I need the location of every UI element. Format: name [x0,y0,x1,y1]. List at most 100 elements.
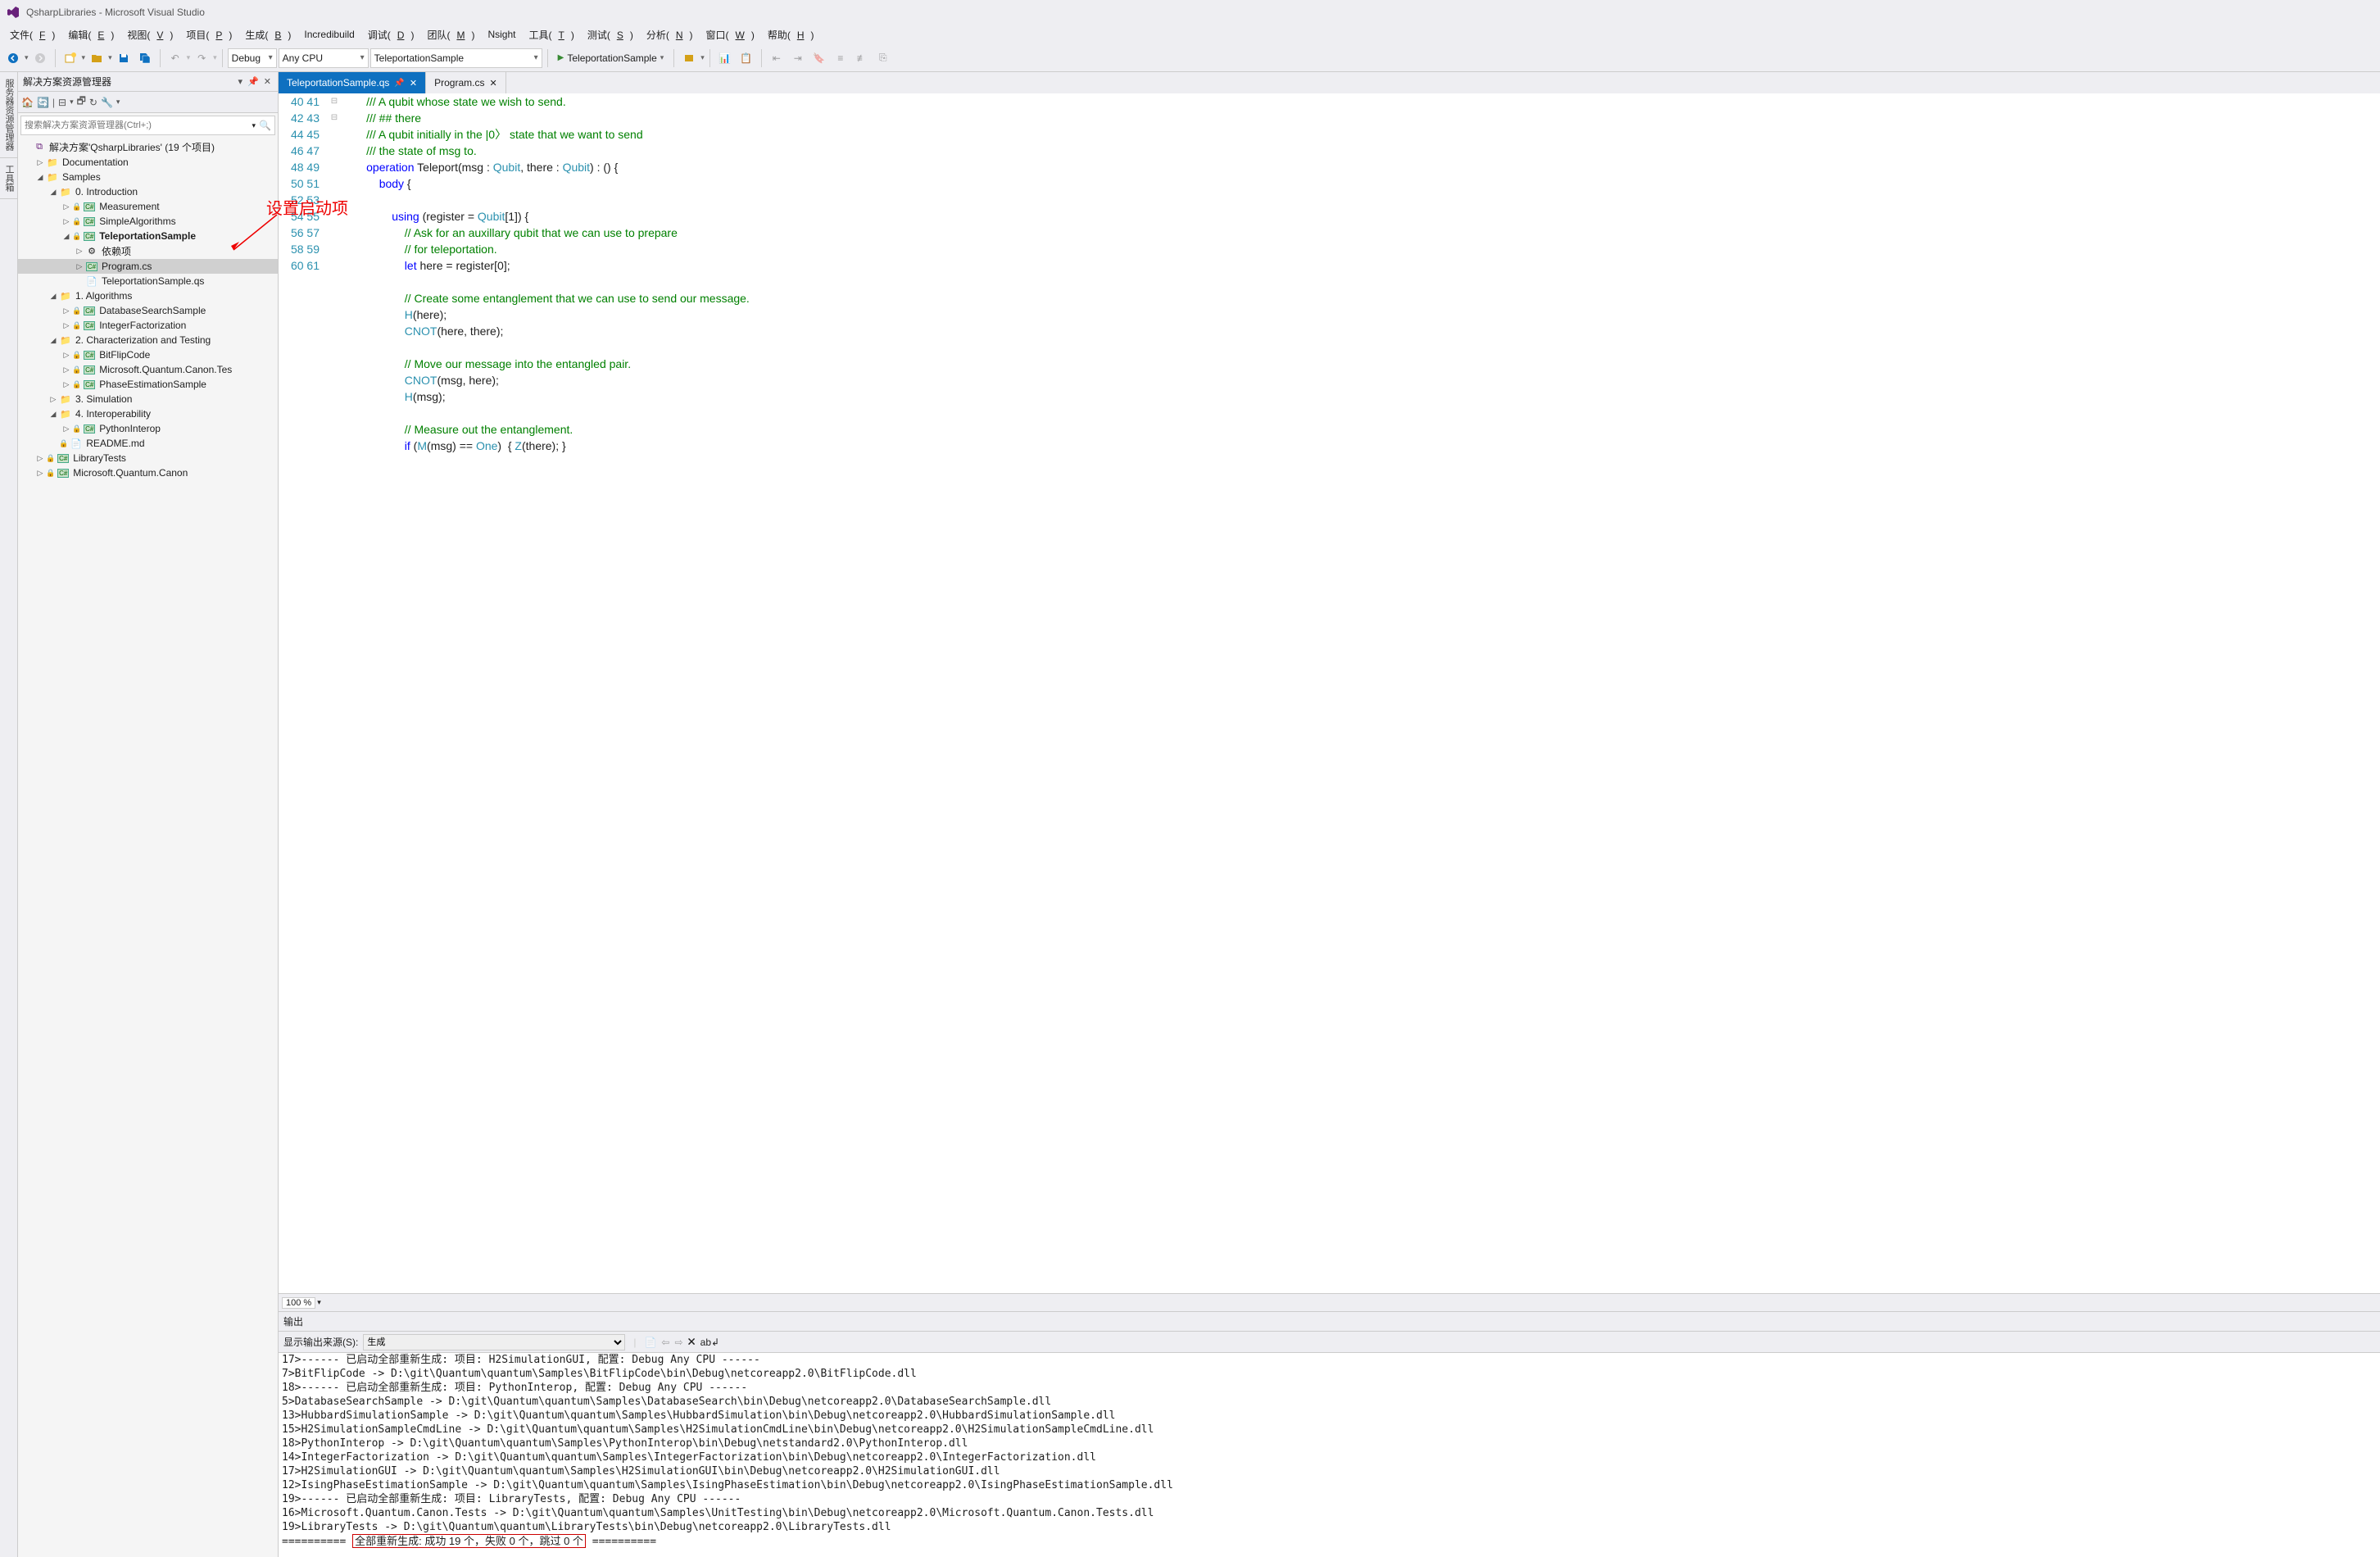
menu-bar: 文件(F)编辑(E)视图(V)项目(P)生成(B)Incredibuild调试(… [0,25,2380,44]
uncomment-button: ≢ [852,48,872,68]
output-btn-3: ⇨ [674,1337,682,1348]
search-dropdown-icon[interactable]: ▾ [252,121,256,130]
tree-item[interactable]: ▷🔒C#PhaseEstimationSample [18,377,278,392]
tree-item[interactable]: ▷⚙依赖项 [18,243,278,259]
bookmark-button: 🔖 [809,48,829,68]
output-text[interactable]: 17>------ 已启动全部重新生成: 项目: H2SimulationGUI… [279,1353,2380,1557]
tree-item[interactable]: ▷🔒C#Measurement [18,199,278,214]
menu-item[interactable]: 文件(F) [3,26,61,43]
zoom-dropdown[interactable]: 100 % [282,1297,315,1309]
menu-item[interactable]: Nsight [481,27,522,42]
open-file-button[interactable] [87,48,107,68]
tree-item[interactable]: ▷🔒C#PythonInterop [18,421,278,436]
properties-icon[interactable]: 🔧 [101,97,113,108]
output-panel: 输出 显示输出来源(S): 生成 | 📄 ⇦ ⇨ 🗙 ab↲ 17>------… [279,1311,2380,1557]
output-title: 输出 [283,1314,303,1328]
solution-search-input[interactable] [25,120,252,130]
menu-item[interactable]: 分析(N) [640,26,700,43]
menu-item[interactable]: 调试(D) [361,26,421,43]
menu-item[interactable]: 编辑(E) [61,26,120,43]
menu-item[interactable]: Incredibuild [297,27,360,42]
indent-left-button: ⇤ [767,48,787,68]
menu-item[interactable]: 生成(B) [238,26,297,43]
tree-item[interactable]: ▷🔒C#LibraryTests [18,451,278,465]
code-editor[interactable]: 40 41 42 43 44 45 46 47 48 49 50 51 52 5… [279,93,2380,1293]
tree-item[interactable]: ▷C#Program.cs [18,259,278,274]
menu-item[interactable]: 测试(S) [581,26,640,43]
editor-tab[interactable]: TeleportationSample.qs📌✕ [279,72,426,93]
output-btn-2: ⇦ [661,1337,669,1348]
tree-item[interactable]: ▷🔒C#BitFlipCode [18,347,278,362]
tool-button-1[interactable] [679,48,699,68]
new-project-button[interactable] [61,48,80,68]
tree-item[interactable]: ◢🔒C#TeleportationSample [18,229,278,243]
output-source-dropdown[interactable]: 生成 [363,1334,625,1350]
tree-item[interactable]: ◢📁2. Characterization and Testing [18,333,278,347]
output-source-label: 显示输出来源(S): [283,1335,358,1349]
solution-tree[interactable]: ⧉解决方案'QsharpLibraries' (19 个项目)▷📁Documen… [18,138,278,1557]
solution-toolbar: 🏠 🔄 | ⊟ ▾ 🗗 ↻ 🔧 ▾ [18,92,278,113]
menu-item[interactable]: 工具(T) [522,26,580,43]
side-tab[interactable]: 服务器资源管理器 [0,72,17,158]
panel-dropdown-icon[interactable]: ▾ [237,76,245,87]
main-toolbar: ▾ ▾ ▾ ↶ ▾ ↷ ▾ Debug Any CPU Teleportatio… [0,44,2380,72]
tree-item[interactable]: 📄TeleportationSample.qs [18,274,278,288]
search-icon[interactable]: 🔍 [259,120,271,131]
fold-gutter[interactable]: ⊟ ⊟ [328,93,341,1293]
tree-item[interactable]: ◢📁0. Introduction [18,184,278,199]
home-icon[interactable]: 🏠 [21,97,34,108]
editor-tabs: TeleportationSample.qs📌✕Program.cs✕ [279,72,2380,93]
editor-tab[interactable]: Program.cs✕ [426,72,506,93]
tree-item[interactable]: ▷🔒C#SimpleAlgorithms [18,214,278,229]
show-all-icon[interactable]: 🗗 [77,93,86,111]
editor-area: 设置启动项 TeleportationSample.qs📌✕Program.cs… [279,72,2380,1557]
tree-item[interactable]: ⧉解决方案'QsharpLibraries' (19 个项目) [18,139,278,155]
menu-item[interactable]: 窗口(W) [700,26,761,43]
menu-item[interactable]: 团队(M) [420,26,481,43]
line-gutter: 40 41 42 43 44 45 46 47 48 49 50 51 52 5… [279,93,328,1293]
side-tab-strip: 服务器资源管理器工具箱 [0,72,18,1557]
tree-item[interactable]: ◢📁4. Interoperability [18,406,278,421]
solution-explorer-panel: 解决方案资源管理器 ▾ 📌 ✕ 🏠 🔄 | ⊟ ▾ 🗗 ↻ 🔧 ▾ ▾ 🔍 ⧉解… [18,72,279,1557]
undo-button: ↶ [165,48,185,68]
format-button: ⎘ [873,48,893,68]
panel-pin-icon[interactable]: 📌 [246,76,261,87]
tree-item[interactable]: ▷📁3. Simulation [18,392,278,406]
output-clear-button[interactable]: 🗙 [688,1333,696,1350]
tree-item[interactable]: ▷🔒C#IntegerFactorization [18,318,278,333]
menu-item[interactable]: 视图(V) [120,26,179,43]
start-debug-button[interactable]: ▶ TeleportationSample ▾ [553,48,669,68]
startup-dropdown[interactable]: TeleportationSample [370,48,542,68]
tree-item[interactable]: ◢📁1. Algorithms [18,288,278,303]
vs-logo-icon [7,6,20,19]
tree-item[interactable]: ◢📁Samples [18,170,278,184]
comment-button: ≡ [831,48,850,68]
tool-button-2[interactable]: 📊 [715,48,735,68]
menu-item[interactable]: 项目(P) [179,26,238,43]
tree-item[interactable]: ▷📁Documentation [18,155,278,170]
menu-item[interactable]: 帮助(H) [761,26,821,43]
tree-item[interactable]: ▷🔒C#DatabaseSearchSample [18,303,278,318]
solution-explorer-title: 解决方案资源管理器 [23,75,111,89]
tree-item[interactable]: ▷🔒C#Microsoft.Quantum.Canon [18,465,278,480]
save-all-button[interactable] [135,48,155,68]
nav-back-button[interactable] [3,48,23,68]
tree-item[interactable]: ▷🔒C#Microsoft.Quantum.Canon.Tes [18,362,278,377]
redo-button: ↷ [192,48,211,68]
side-tab[interactable]: 工具箱 [0,158,17,199]
output-wrap-button[interactable]: ab↲ [700,1337,719,1348]
save-button[interactable] [114,48,134,68]
panel-close-icon[interactable]: ✕ [262,76,273,87]
output-btn-1: 📄 [644,1337,656,1348]
code-content[interactable]: /// A qubit whose state we wish to send.… [341,93,2380,1293]
tree-item[interactable]: 🔒📄README.md [18,436,278,451]
zoom-bar: 100 % ▾ [279,1293,2380,1311]
collapse-icon[interactable]: ⊟ [58,97,66,108]
title-bar: QsharpLibraries - Microsoft Visual Studi… [0,0,2380,25]
config-dropdown[interactable]: Debug [228,48,277,68]
solution-search-box[interactable]: ▾ 🔍 [20,116,275,135]
tool-button-3[interactable]: 📋 [737,48,756,68]
platform-dropdown[interactable]: Any CPU [279,48,369,68]
sync-icon[interactable]: 🔄 [37,97,49,108]
refresh-icon[interactable]: ↻ [89,97,97,108]
